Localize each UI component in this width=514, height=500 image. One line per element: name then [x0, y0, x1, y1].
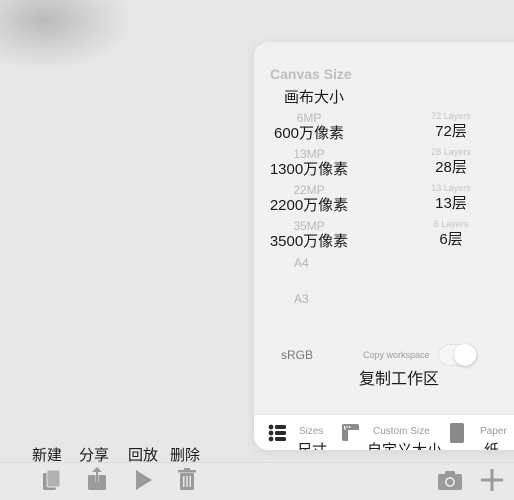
layers-cn: 6层	[439, 231, 463, 248]
copy-workspace-toggle[interactable]	[438, 344, 478, 366]
trash-icon[interactable]	[178, 468, 196, 495]
size-en: 22MP	[293, 183, 325, 197]
size-cn: 2200万像素	[269, 197, 349, 214]
panel-title: Canvas Size	[270, 66, 352, 82]
copy-workspace-label-cn: 复制工作区	[359, 371, 440, 388]
paper-icon[interactable]	[450, 423, 464, 448]
plus-icon[interactable]	[481, 469, 503, 496]
play-icon[interactable]	[136, 470, 152, 495]
tab-sizes[interactable]: Sizes	[299, 426, 323, 437]
color-space-label[interactable]: sRGB	[281, 348, 313, 362]
layers-cn: 72层	[435, 123, 467, 140]
size-option-22mp[interactable]: 22MP 2200万像素 13 Layers 13层	[254, 183, 514, 219]
layers-label: 72 Layers 72层	[414, 111, 488, 141]
tab-custom-size-cn: 自定义大小	[367, 439, 442, 450]
size-label: 22MP 2200万像素	[264, 183, 354, 215]
layers-en: 13 Layers	[431, 183, 471, 193]
size-en: 6MP	[296, 111, 322, 125]
canvas-size-tabs: Sizes 尺寸 Custom Size 自定义大小 Paper	[254, 414, 514, 450]
size-en: 35MP	[293, 219, 325, 233]
size-label: 6MP 600万像素	[264, 111, 354, 143]
layers-cn: 13层	[435, 195, 467, 212]
canvas-size-panel: Canvas Size 画布大小 6MP 600万像素 72 Layers 72…	[254, 42, 514, 450]
layers-en: 28 Layers	[431, 147, 471, 157]
size-option-35mp[interactable]: 35MP 3500万像素 6 Layers 6层	[254, 219, 514, 255]
tab-paper-cn: 纸	[484, 439, 499, 450]
camera-icon[interactable]	[438, 471, 462, 495]
layers-label: 13 Layers 13层	[414, 183, 488, 213]
size-cn: 1300万像素	[269, 161, 349, 178]
tab-custom-size[interactable]: Custom Size	[373, 426, 430, 437]
toggle-knob	[454, 344, 476, 366]
size-en: 13MP	[293, 147, 325, 161]
tab-sizes-cn: 尺寸	[297, 439, 327, 450]
size-cn: 600万像素	[273, 125, 345, 142]
bottom-toolbar	[0, 462, 514, 500]
layers-label: 28 Layers 28层	[414, 147, 488, 177]
copy-workspace-label: Copy workspace	[363, 350, 430, 360]
blurred-artwork-preview	[0, 0, 130, 70]
panel-title-cn: 画布大小	[284, 89, 345, 106]
app-root: Canvas Size 画布大小 6MP 600万像素 72 Layers 72…	[0, 0, 514, 500]
layers-label: 6 Layers 6层	[414, 219, 488, 249]
list-icon[interactable]	[268, 424, 286, 447]
layers-cn: 28层	[435, 159, 467, 176]
size-label: 35MP 3500万像素	[264, 219, 354, 251]
size-label: 13MP 1300万像素	[264, 147, 354, 179]
paper-option-a4[interactable]: A4	[294, 256, 309, 270]
size-option-6mp[interactable]: 6MP 600万像素 72 Layers 72层	[254, 111, 514, 147]
share-icon[interactable]	[88, 467, 106, 495]
layers-en: 72 Layers	[431, 111, 471, 121]
tab-paper[interactable]: Paper	[480, 426, 507, 437]
layers-en: 6 Layers	[433, 219, 469, 229]
paper-option-a3[interactable]: A3	[294, 292, 309, 306]
copy-icon[interactable]	[43, 469, 61, 495]
custom-size-icon[interactable]	[342, 424, 359, 446]
size-cn: 3500万像素	[269, 233, 349, 250]
size-option-13mp[interactable]: 13MP 1300万像素 28 Layers 28层	[254, 147, 514, 183]
